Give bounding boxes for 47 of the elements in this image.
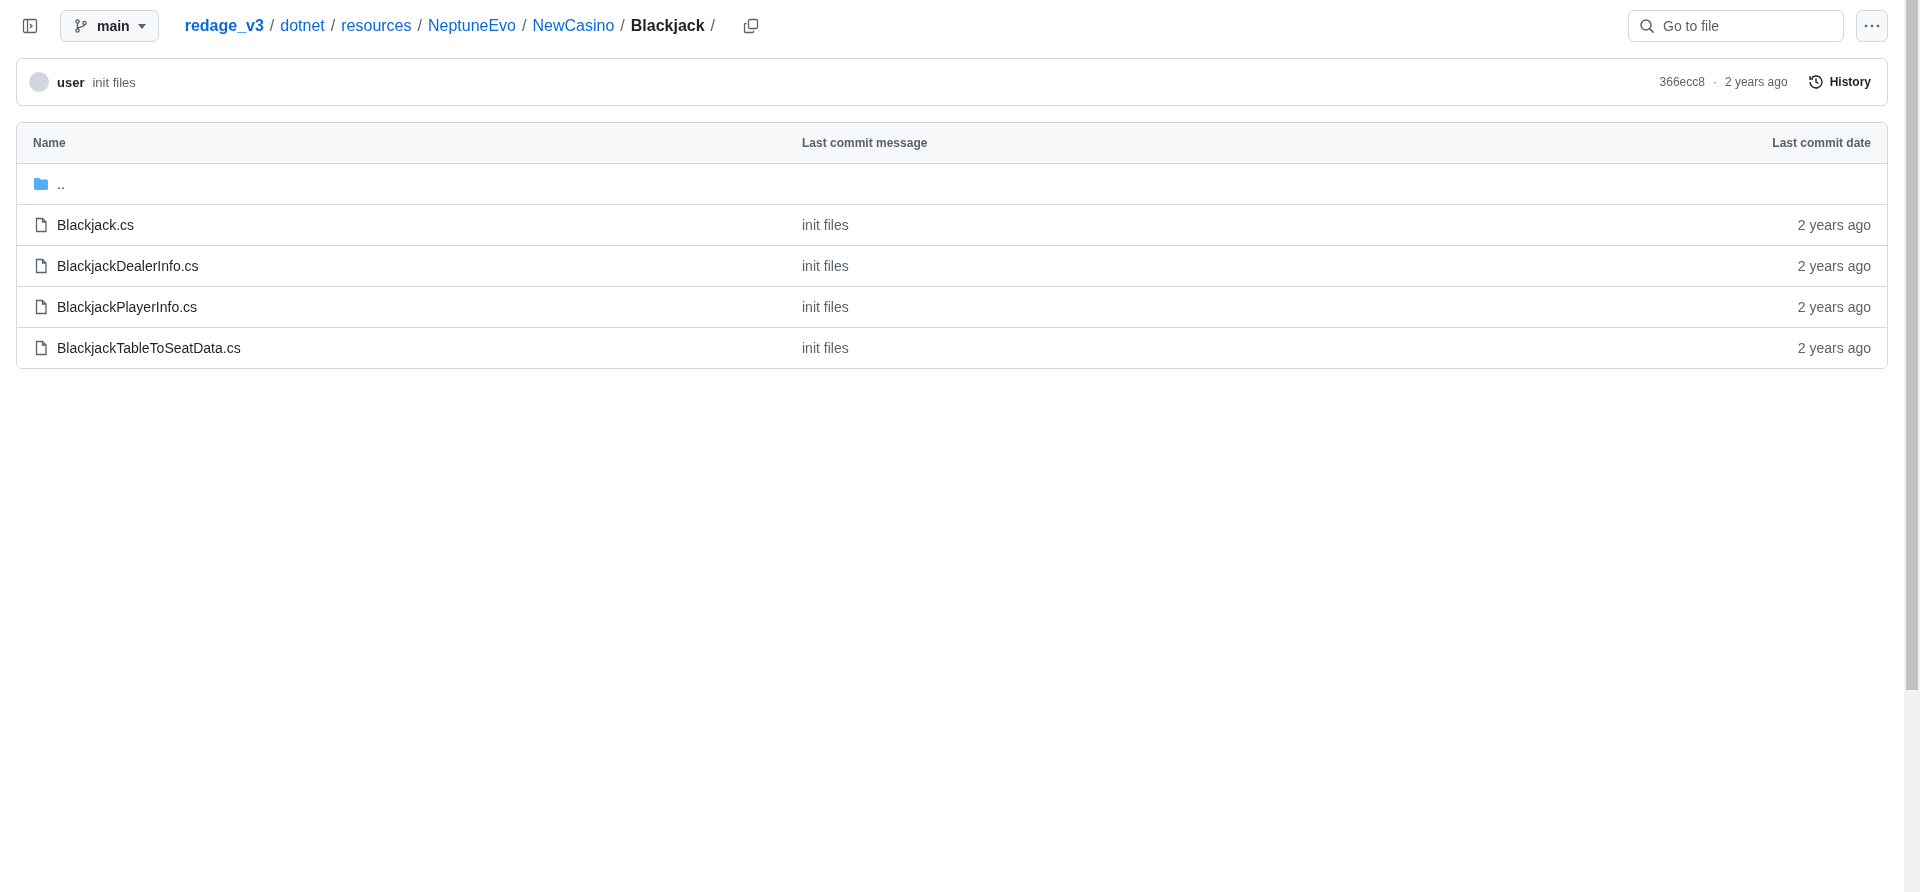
- history-link[interactable]: History: [1807, 74, 1871, 90]
- file-icon: [33, 340, 49, 356]
- path-separator: /: [417, 17, 422, 35]
- search-field[interactable]: Go to file: [1628, 10, 1844, 42]
- commit-message-cell[interactable]: init files: [802, 258, 849, 274]
- path-separator: /: [710, 17, 716, 35]
- column-header: Last commit message: [802, 136, 928, 150]
- commit-message-cell[interactable]: init files: [802, 340, 849, 356]
- commit-date-cell: 2 years ago: [1797, 340, 1871, 356]
- breadcrumb-link[interactable]: NeptuneEvo: [427, 17, 516, 35]
- commit-hash[interactable]: 366ecc8: [1659, 75, 1705, 89]
- file-link[interactable]: Blackjack.cs: [57, 217, 135, 233]
- folder-icon: [33, 176, 49, 192]
- file-icon: [33, 217, 49, 233]
- current-folder-name: Blackjack: [630, 17, 705, 35]
- breadcrumb-link[interactable]: resources: [341, 17, 412, 35]
- file-icon: [33, 258, 49, 274]
- commit-author[interactable]: user: [57, 74, 85, 90]
- breadcrumb-link[interactable]: NewCasino: [532, 17, 615, 35]
- commit-message[interactable]: init files: [92, 74, 136, 90]
- avatar: [29, 72, 49, 92]
- file-link[interactable]: BlackjackDealerInfo.cs: [57, 258, 199, 274]
- path-separator: /: [620, 17, 625, 35]
- file-link[interactable]: BlackjackTableToSeatData.cs: [57, 340, 241, 356]
- ellipsis-icon: [1864, 24, 1880, 28]
- commit-date-cell: 2 years ago: [1797, 258, 1871, 274]
- parent-folder-link[interactable]: ..: [57, 176, 65, 192]
- path-separator: /: [269, 17, 275, 35]
- caret-icon: [137, 23, 146, 29]
- commit-message-cell[interactable]: init files: [802, 299, 849, 315]
- commit-separator: ·: [1712, 75, 1717, 89]
- branch-selector[interactable]: main: [60, 10, 159, 42]
- column-header: Name: [33, 136, 66, 150]
- path-separator: /: [522, 17, 527, 35]
- file-link[interactable]: BlackjackPlayerInfo.cs: [57, 299, 198, 315]
- column-header: Last commit date: [1772, 136, 1871, 150]
- commit-message-cell[interactable]: init files: [802, 217, 849, 233]
- file-icon: [33, 299, 49, 315]
- branch-icon: [73, 18, 89, 34]
- scrollbar[interactable]: [1904, 0, 1920, 892]
- path-separator: /: [330, 17, 336, 35]
- breadcrumb-link[interactable]: dotnet: [280, 17, 325, 35]
- commit-date-cell: 2 years ago: [1797, 299, 1871, 315]
- breadcrumb-link[interactable]: redage_v3: [184, 17, 264, 35]
- commit-date-cell: 2 years ago: [1797, 217, 1871, 233]
- commit-date: 2 years ago: [1724, 75, 1788, 89]
- history-icon: [1807, 74, 1824, 90]
